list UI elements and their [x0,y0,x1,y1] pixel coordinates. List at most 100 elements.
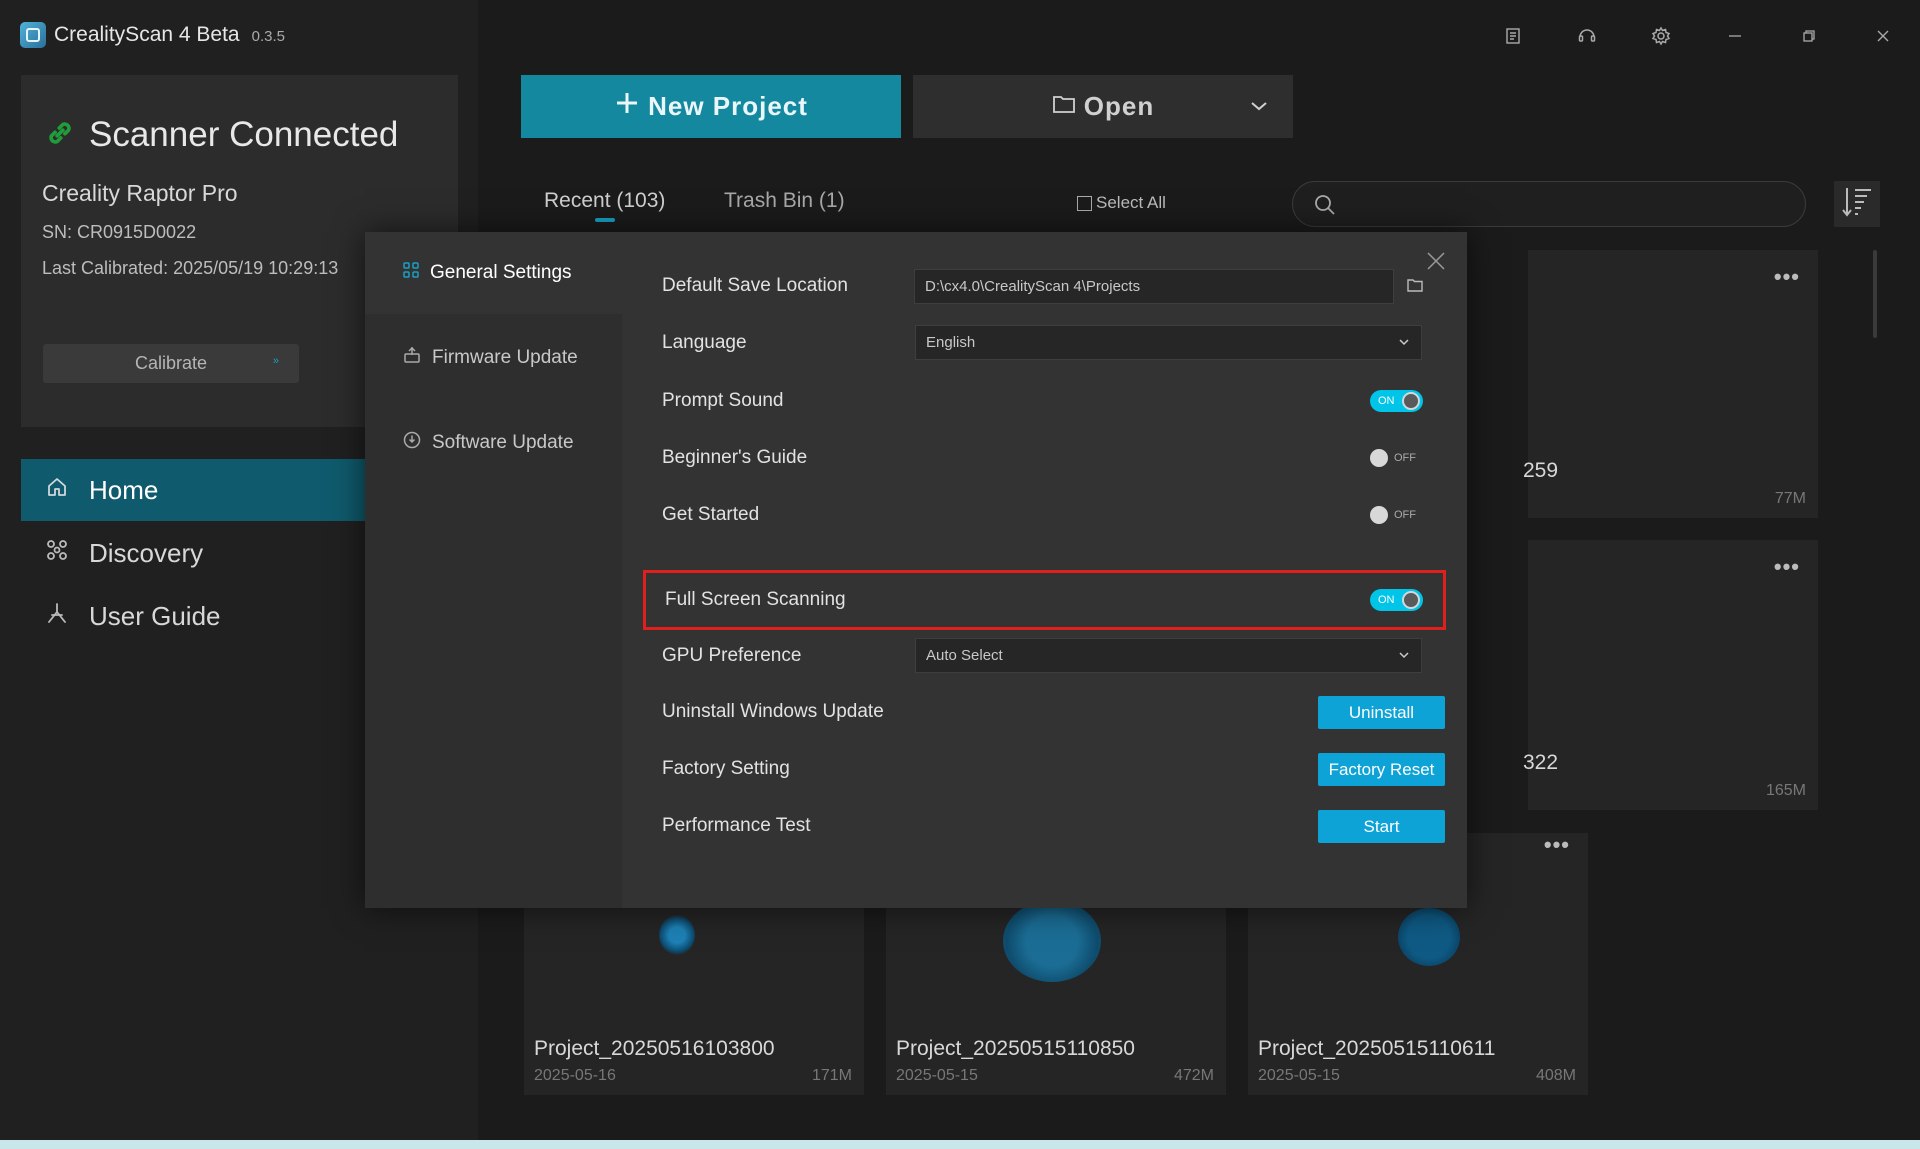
project-name: Project_20250515110850 [896,1037,1135,1060]
project-size: 472M [1173,1067,1214,1084]
beginners-guide-toggle[interactable]: OFF [1370,447,1423,469]
gear-icon[interactable] [1624,14,1698,58]
scanner-status-text: Scanner Connected [89,115,399,154]
start-button[interactable]: Start [1318,810,1445,843]
select-all-label: Select All [1096,193,1166,212]
project-card[interactable]: ••• 322 165M [1523,540,1818,810]
chevron-down-icon[interactable] [1247,94,1271,125]
minimize-icon[interactable] [1698,14,1772,58]
toggle-state: ON [1378,395,1395,407]
calibrate-button[interactable]: Calibrate » [43,344,299,383]
get-started-toggle[interactable]: OFF [1370,504,1423,526]
scanner-status: Scanner Connected [43,115,398,155]
gpu-preference-select[interactable]: Auto Select [915,638,1422,673]
firmware-icon [402,345,422,371]
sort-icon [1839,184,1875,225]
toggle-state: OFF [1394,509,1416,521]
project-date: 2025-05-15 [896,1067,978,1084]
grid-icon [402,261,420,285]
chevron-down-icon [1397,648,1411,666]
settings-sidebar: General Settings Firmware Update Softwar… [365,232,622,908]
row-performance-test: Performance Test Start [640,798,1452,854]
row-prompt-sound: Prompt Sound ON [640,373,1452,429]
scanner-serial: SN: CR0915D0022 [42,222,197,242]
search-icon [1313,193,1337,222]
scanner-model: Creality Raptor Pro [42,180,238,206]
new-project-label: New Project [648,91,808,121]
project-thumbnail [1398,908,1460,966]
select-all-checkbox[interactable] [1077,195,1092,211]
row-label: Default Save Location [662,275,848,296]
sort-button[interactable] [1834,181,1880,227]
bottom-strip [0,1140,1920,1149]
user-guide-icon [45,601,69,632]
scrollbar[interactable] [1873,250,1877,338]
tab-trash-bin[interactable]: Trash Bin (1) [724,189,845,213]
new-project-button[interactable]: New Project [521,75,901,138]
toggle-state: OFF [1394,452,1416,464]
headset-icon[interactable] [1550,14,1624,58]
folder-icon [1052,91,1076,122]
row-label: Full Screen Scanning [665,589,846,610]
app-logo-icon [20,22,46,48]
tab-label: Software Update [432,432,574,453]
open-button[interactable]: Open [913,75,1293,138]
project-card[interactable]: ••• 259 77M [1523,250,1818,518]
toggle-knob [1402,591,1420,609]
tab-general-settings[interactable]: General Settings [365,232,622,314]
project-date: 2025-05-16 [534,1067,616,1084]
search-input[interactable] [1292,181,1806,227]
chevron-right-icon: » [272,355,279,367]
notes-icon[interactable] [1476,14,1550,58]
tab-firmware-update[interactable]: Firmware Update [365,317,622,399]
project-name: Project_20250516103800 [534,1037,775,1060]
restore-icon[interactable] [1772,14,1846,58]
plus-icon [614,90,640,123]
prompt-sound-toggle[interactable]: ON [1370,390,1423,412]
toggle-knob [1402,392,1420,410]
folder-browse-icon[interactable] [1406,276,1424,299]
project-name: Project_20250515110611 [1258,1037,1496,1060]
row-gpu-preference: GPU Preference Auto Select [640,628,1452,684]
toggle-knob [1370,506,1388,524]
language-select[interactable]: English [915,325,1422,360]
save-location-field[interactable]: D:\cx4.0\CrealityScan 4\Projects [914,269,1394,304]
discovery-icon [45,538,69,569]
row-label: Prompt Sound [662,390,784,411]
settings-dialog: General Settings Firmware Update Softwar… [365,232,1467,908]
nav-label: User Guide [89,600,221,631]
project-size: 171M [811,1067,852,1084]
row-get-started: Get Started OFF [640,487,1452,543]
toggle-state: ON [1378,594,1395,606]
tab-label: General Settings [430,262,572,283]
uninstall-button[interactable]: Uninstall [1318,696,1445,729]
project-thumbnail [659,915,695,955]
toggle-knob [1370,449,1388,467]
chevron-down-icon [1397,335,1411,353]
project-name: 322 [1523,751,1559,774]
select-all[interactable]: Select All [1077,193,1166,213]
row-uninstall-update: Uninstall Windows Update Uninstall [640,684,1452,740]
project-size: 77M [1774,490,1806,507]
row-label: Performance Test [662,815,811,836]
more-icon[interactable]: ••• [1544,832,1570,858]
project-date: 2025-05-15 [1258,1067,1340,1084]
close-icon[interactable] [1846,14,1920,58]
more-icon[interactable]: ••• [1774,554,1800,580]
row-label: Uninstall Windows Update [662,701,884,722]
more-icon[interactable]: ••• [1774,264,1800,290]
factory-reset-button[interactable]: Factory Reset [1318,753,1445,786]
tab-software-update[interactable]: Software Update [365,402,622,484]
open-label: Open [1083,91,1155,121]
full-screen-scanning-toggle[interactable]: ON [1370,589,1423,611]
row-full-screen-scanning: Full Screen Scanning ON [643,570,1446,630]
home-icon [45,475,69,506]
app-version: 0.3.5 [251,28,285,45]
calibrate-label: Calibrate [134,353,208,373]
tab-label: Firmware Update [432,347,578,368]
app-name: CrealityScan 4 Beta [54,23,240,46]
nav-label: Discovery [89,537,204,568]
tab-recent[interactable]: Recent (103) [544,189,665,213]
row-label: GPU Preference [662,645,802,666]
project-name: 259 [1523,459,1559,482]
